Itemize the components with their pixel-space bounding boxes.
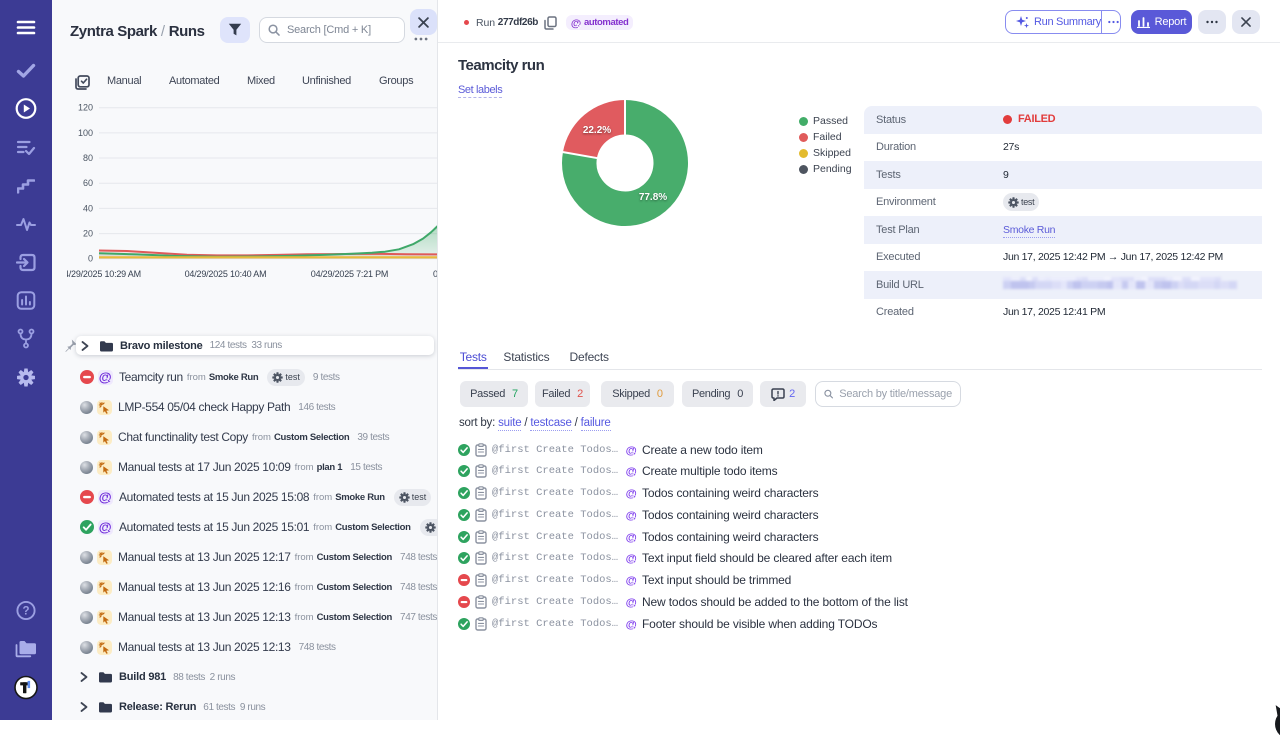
svg-text:?: ? <box>22 606 29 618</box>
svg-text:04/29/20: 04/29/20 <box>433 269 437 279</box>
svg-text:80: 80 <box>83 153 93 163</box>
svg-text:60: 60 <box>83 178 93 188</box>
svg-text:@: @ <box>626 488 637 500</box>
svg-text:04/29/2025 10:29 AM: 04/29/2025 10:29 AM <box>67 269 141 279</box>
svg-text:@: @ <box>626 445 637 457</box>
svg-text:@: @ <box>626 597 637 609</box>
svg-text:@: @ <box>626 466 637 478</box>
svg-text:04/29/2025 7:21 PM: 04/29/2025 7:21 PM <box>311 269 388 279</box>
svg-text:@: @ <box>626 532 637 544</box>
svg-text:@: @ <box>626 510 637 522</box>
svg-text:100: 100 <box>78 128 93 138</box>
svg-text:@: @ <box>626 575 637 587</box>
svg-text:120: 120 <box>78 103 93 113</box>
svg-text:0: 0 <box>88 254 93 264</box>
svg-text:20: 20 <box>83 229 93 239</box>
svg-text:40: 40 <box>83 203 93 213</box>
svg-text:22.2%: 22.2% <box>583 125 611 136</box>
svg-text:04/29/2025 10:40 AM: 04/29/2025 10:40 AM <box>185 269 267 279</box>
svg-text:@: @ <box>626 619 637 631</box>
svg-text:@: @ <box>626 553 637 565</box>
svg-text:77.8%: 77.8% <box>639 192 667 203</box>
